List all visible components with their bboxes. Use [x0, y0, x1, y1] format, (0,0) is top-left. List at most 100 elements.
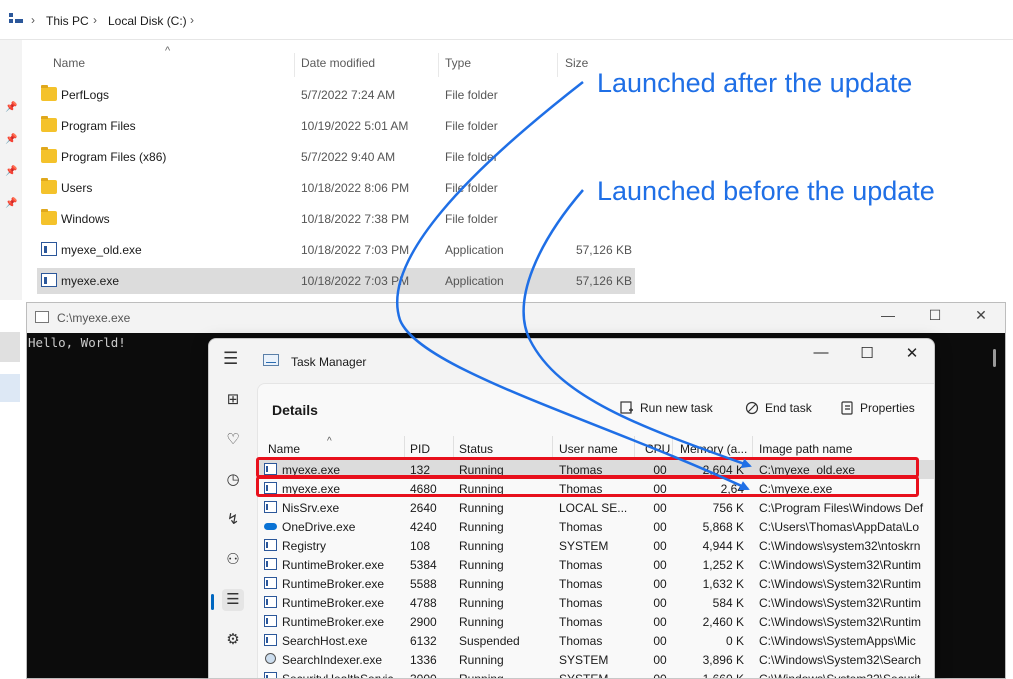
maximize-icon[interactable]: ☐	[855, 344, 879, 362]
process-path: C:\Users\Thomas\AppData\Lo	[759, 520, 920, 534]
process-mem: 0 K	[725, 634, 744, 648]
file-row[interactable]: PerfLogs 5/7/2022 7:24 AM File folder	[37, 82, 635, 108]
details-icon[interactable]: ☰	[222, 589, 244, 611]
properties-label: Properties	[860, 401, 915, 415]
file-row[interactable]: myexe_old.exe 10/18/2022 7:03 PM Applica…	[37, 237, 635, 263]
process-path: C:\Windows\System32\Securit	[759, 672, 921, 679]
file-date: 10/19/2022 5:01 AM	[301, 119, 409, 133]
highlight-box-new	[256, 476, 919, 497]
process-pid: 3000	[410, 672, 437, 679]
startup-apps-icon[interactable]: ↯	[222, 509, 244, 531]
file-row[interactable]: Windows 10/18/2022 7:38 PM File folder	[37, 206, 635, 232]
process-cpu: 00	[653, 520, 667, 534]
column-header-size[interactable]: Size	[565, 56, 588, 70]
column-header-user[interactable]: User name	[559, 442, 618, 456]
file-date: 10/18/2022 7:03 PM	[301, 274, 410, 288]
process-row[interactable]: SearchHost.exe 6132 Suspended Thomas 00 0 K C:…	[258, 631, 934, 650]
process-name: OneDrive.exe	[282, 520, 356, 534]
pin-icon[interactable]: 📌	[5, 134, 17, 145]
app-icon	[264, 501, 277, 513]
console-title: C:\myexe.exe	[57, 311, 131, 325]
folder-icon	[41, 147, 57, 163]
performance-icon[interactable]: ♡	[222, 429, 244, 451]
column-header-name[interactable]: Name	[268, 442, 300, 456]
file-size: 57,126 KB	[575, 274, 632, 288]
file-name: myexe_old.exe	[61, 243, 142, 257]
column-header-pid[interactable]: PID	[410, 442, 430, 456]
process-user: Thomas	[559, 615, 603, 629]
services-icon[interactable]: ⚙	[222, 629, 244, 651]
run-new-task-button[interactable]: Run new task	[620, 401, 713, 415]
file-row[interactable]: Users 10/18/2022 8:06 PM File folder	[37, 175, 635, 201]
process-cpu: 00	[653, 596, 667, 610]
process-status: Running	[459, 520, 504, 534]
file-row[interactable]: Program Files (x86) 5/7/2022 9:40 AM Fil…	[37, 144, 635, 170]
app-icon	[264, 672, 277, 678]
column-header-type[interactable]: Type	[445, 56, 471, 70]
pin-icon[interactable]: 📌	[5, 198, 17, 209]
process-status: Running	[459, 653, 504, 667]
process-status: Running	[459, 501, 504, 515]
process-status: Running	[459, 558, 504, 572]
breadcrumb-this-pc[interactable]: This PC	[46, 14, 89, 28]
address-bar[interactable]: › This PC › Local Disk (C:) ›	[0, 0, 1013, 40]
pin-icon[interactable]: 📌	[5, 166, 17, 177]
process-name: SearchHost.exe	[282, 634, 368, 648]
minimize-icon[interactable]: —	[877, 307, 899, 323]
column-header-memory[interactable]: Memory (a...	[680, 442, 747, 456]
process-path: C:\Windows\System32\Runtim	[759, 577, 922, 591]
process-row[interactable]: Registry 108 Running SYSTEM 00 4,944 K C:\Wind…	[258, 536, 934, 555]
process-row[interactable]: OneDrive.exe 4240 Running Thomas 00 5,868 K C:…	[258, 517, 934, 536]
process-row[interactable]: RuntimeBroker.exe 2900 Running Thomas 00 2,46…	[258, 612, 934, 631]
minimize-icon[interactable]: —	[809, 344, 833, 361]
process-row[interactable]: RuntimeBroker.exe 5384 Running Thomas 00 1,25…	[258, 555, 934, 574]
process-user: SYSTEM	[559, 653, 609, 667]
process-user: Thomas	[559, 558, 603, 572]
column-header-image-path[interactable]: Image path name	[759, 442, 852, 456]
details-pane: Details Run new task End task Properties…	[257, 383, 934, 679]
file-row-selected[interactable]: myexe.exe 10/18/2022 7:03 PM Application…	[37, 268, 635, 294]
pin-icon[interactable]: 📌	[5, 102, 17, 113]
file-row[interactable]: Program Files 10/19/2022 5:01 AM File fo…	[37, 113, 635, 139]
process-user: Thomas	[559, 596, 603, 610]
process-cpu: 00	[653, 501, 667, 515]
maximize-icon[interactable]: ☐	[924, 307, 946, 324]
process-name: RuntimeBroker.exe	[282, 596, 385, 610]
file-date: 5/7/2022 7:24 AM	[301, 88, 396, 102]
end-task-icon	[745, 401, 759, 415]
process-cpu: 00	[653, 615, 667, 629]
process-row[interactable]: SearchIndexer.exe 1336 Running SYSTEM 00 3,89…	[258, 650, 934, 669]
column-header-name[interactable]: Name	[53, 56, 85, 70]
close-icon[interactable]: ✕	[900, 344, 924, 362]
column-header-date[interactable]: Date modified	[301, 56, 375, 70]
process-cpu: 00	[653, 634, 667, 648]
column-header-status[interactable]: Status	[459, 442, 493, 456]
console-scrollbar[interactable]	[993, 349, 996, 367]
properties-button[interactable]: Properties	[840, 401, 915, 415]
hamburger-menu-icon[interactable]: ☰	[223, 349, 238, 369]
users-icon[interactable]: ⚇	[222, 549, 244, 571]
column-header-cpu[interactable]: CPU	[645, 442, 670, 456]
breadcrumb-chevron-icon: ›	[93, 13, 97, 27]
process-pid: 6132	[410, 634, 437, 648]
breadcrumb-local-disk[interactable]: Local Disk (C:)	[108, 14, 187, 28]
app-icon	[264, 596, 277, 608]
console-titlebar[interactable]: C:\myexe.exe — ☐ ✕	[27, 303, 1005, 333]
process-mem: 2,460 K	[702, 615, 744, 629]
app-history-icon[interactable]: ◷	[222, 469, 244, 491]
console-app-icon	[35, 311, 49, 323]
process-row[interactable]: SecurityHealthServic 3000 Running SYSTEM 00 1…	[258, 669, 934, 679]
process-row[interactable]: RuntimeBroker.exe 4788 Running Thomas 00 584 …	[258, 593, 934, 612]
sort-up-icon: ^	[327, 436, 332, 447]
task-manager-window[interactable]: ☰ Task Manager — ☐ ✕ ⊞ ♡ ◷ ↯ ⚇ ☰ ⚙ Detai…	[208, 338, 935, 679]
nav-strip-selected	[0, 374, 20, 402]
task-manager-titlebar[interactable]: ☰ Task Manager — ☐ ✕	[209, 339, 934, 379]
end-task-button[interactable]: End task	[745, 401, 812, 415]
file-type: File folder	[445, 212, 498, 226]
process-row[interactable]: RuntimeBroker.exe 5588 Running Thomas 00 1,63…	[258, 574, 934, 593]
processes-icon[interactable]: ⊞	[222, 389, 244, 411]
process-row[interactable]: NisSrv.exe 2640 Running LOCAL SE... 00 756 K C…	[258, 498, 934, 517]
process-pid: 2640	[410, 501, 437, 515]
close-icon[interactable]: ✕	[970, 307, 992, 324]
process-user: LOCAL SE...	[559, 501, 628, 515]
